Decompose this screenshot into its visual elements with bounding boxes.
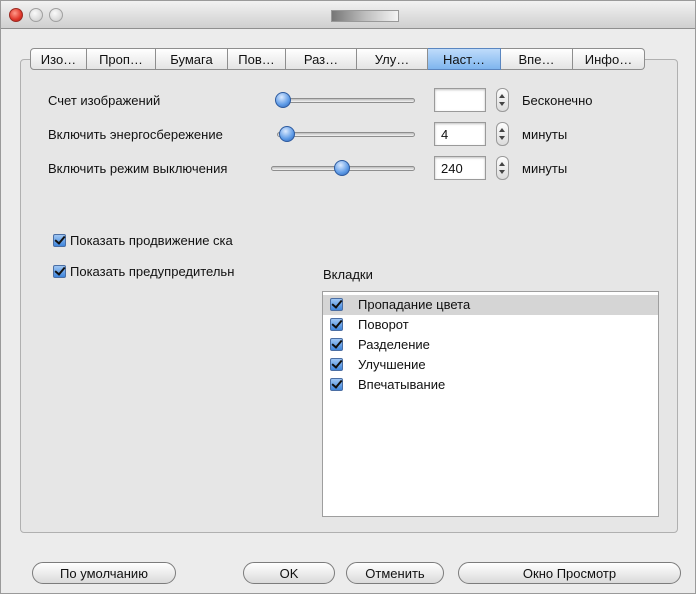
stepper-down-icon[interactable] <box>499 136 505 140</box>
image-count-label: Счет изображений <box>48 93 161 108</box>
list-item-color-dropout[interactable]: Пропадание цвета <box>323 295 658 315</box>
power-off-stepper[interactable] <box>496 156 509 180</box>
zoom-window-button[interactable] <box>49 8 63 22</box>
tab-enable-checkbox[interactable] <box>330 338 343 351</box>
tab-separation[interactable]: Раз… <box>286 48 357 70</box>
tab-enable-checkbox[interactable] <box>330 318 343 331</box>
stepper-up-icon[interactable] <box>499 94 505 98</box>
power-save-label: Включить энергосбережение <box>48 127 223 142</box>
ok-button[interactable]: OK <box>243 562 335 584</box>
show-progress-label[interactable]: Показать продвижение ска <box>70 233 233 248</box>
minimize-window-button[interactable] <box>29 8 43 22</box>
image-count-field[interactable] <box>434 88 486 112</box>
list-item-enhancement[interactable]: Улучшение <box>323 355 658 375</box>
list-item-label: Разделение <box>358 337 430 352</box>
power-save-stepper[interactable] <box>496 122 509 146</box>
power-save-field[interactable]: 4 <box>434 122 486 146</box>
power-save-unit: минуты <box>522 127 568 142</box>
tab-paper[interactable]: Бумага <box>156 48 228 70</box>
list-item-imprinting[interactable]: Впечатывание <box>323 375 658 395</box>
stepper-down-icon[interactable] <box>499 102 505 106</box>
image-count-stepper[interactable] <box>496 88 509 112</box>
tab-image[interactable]: Изо… <box>30 48 87 70</box>
scanner-settings-window: Изо… Проп… Бумага Пов… Раз… Улу… Наст… В… <box>0 0 696 594</box>
list-item-label: Пропадание цвета <box>358 297 471 312</box>
show-warning-label[interactable]: Показать предупредительн <box>70 264 234 279</box>
close-window-button[interactable] <box>9 8 23 22</box>
stepper-up-icon[interactable] <box>499 128 505 132</box>
title-bar[interactable] <box>1 1 695 29</box>
title-image-thumbnail <box>331 10 399 22</box>
tabs-list-heading: Вкладки <box>323 267 373 282</box>
tab-info[interactable]: Инфо… <box>573 48 645 70</box>
tab-properties[interactable]: Проп… <box>87 48 156 70</box>
image-count-slider[interactable] <box>277 98 415 103</box>
image-count-unit: Бесконечно <box>522 93 593 108</box>
image-count-slider-knob[interactable] <box>275 92 291 108</box>
power-off-label: Включить режим выключения <box>48 161 228 176</box>
tab-enhancement[interactable]: Улу… <box>357 48 428 70</box>
power-off-slider-knob[interactable] <box>334 160 350 176</box>
tab-imprinting[interactable]: Впе… <box>501 48 573 70</box>
power-off-field[interactable]: 240 <box>434 156 486 180</box>
tab-rotation[interactable]: Пов… <box>228 48 286 70</box>
tab-enable-checkbox[interactable] <box>330 298 343 311</box>
show-progress-checkbox[interactable] <box>53 234 66 247</box>
list-item-label: Улучшение <box>358 357 426 372</box>
cancel-button[interactable]: Отменить <box>346 562 444 584</box>
list-item-rotation[interactable]: Поворот <box>323 315 658 335</box>
tab-enable-checkbox[interactable] <box>330 358 343 371</box>
list-item-label: Впечатывание <box>358 377 446 392</box>
list-item-separation[interactable]: Разделение <box>323 335 658 355</box>
tab-settings[interactable]: Наст… <box>428 48 501 70</box>
show-warning-checkbox[interactable] <box>53 265 66 278</box>
tab-bar: Изо… Проп… Бумага Пов… Раз… Улу… Наст… В… <box>30 48 645 70</box>
power-save-slider-knob[interactable] <box>278 126 295 142</box>
stepper-down-icon[interactable] <box>499 170 505 174</box>
tabs-listbox[interactable]: Пропадание цвета Поворот Разделение Улуч… <box>322 291 659 517</box>
stepper-up-icon[interactable] <box>499 162 505 166</box>
power-off-unit: минуты <box>522 161 568 176</box>
defaults-button[interactable]: По умолчанию <box>32 562 176 584</box>
tab-enable-checkbox[interactable] <box>330 378 343 391</box>
power-save-slider[interactable] <box>277 132 415 137</box>
list-item-label: Поворот <box>358 317 409 332</box>
preview-button[interactable]: Окно Просмотр <box>458 562 681 584</box>
